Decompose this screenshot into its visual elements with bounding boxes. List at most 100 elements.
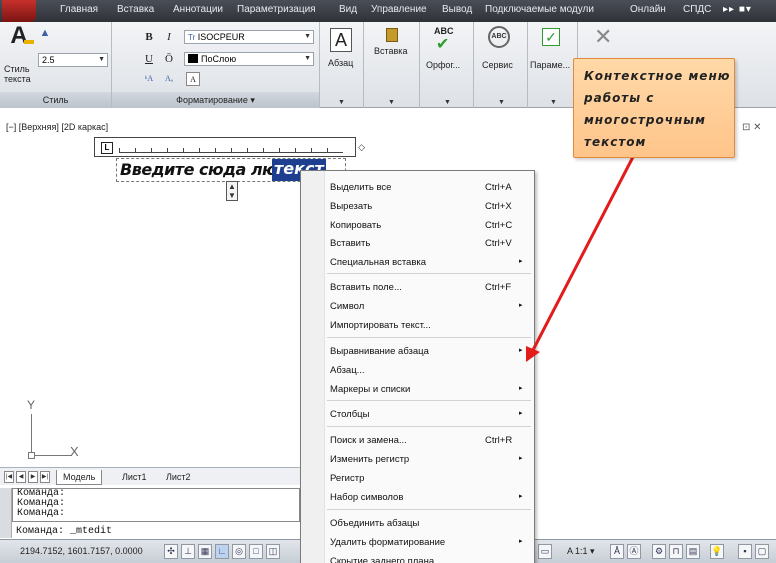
grid-display-icon[interactable]: ▦: [198, 544, 212, 559]
group-title-formatting[interactable]: Форматирование ▾: [112, 92, 319, 108]
tab-overflow-button[interactable]: ▸▸ ■▾: [723, 4, 752, 15]
menu-item-shortcut: Ctrl+C: [485, 220, 513, 231]
menu-item[interactable]: Скрытие заднего плана: [301, 553, 534, 563]
insert-label: Вставка: [374, 46, 408, 56]
menu-item[interactable]: Копировать Ctrl+C: [301, 217, 534, 235]
tab-insert[interactable]: Вставка: [117, 4, 154, 15]
menu-item-label: Символ: [330, 301, 365, 312]
font-combo[interactable]: Tr ISOCPEUR ▼: [184, 30, 314, 44]
tab-sheet2[interactable]: Лист2: [160, 470, 197, 485]
menu-item-label: Маркеры и списки: [330, 384, 411, 395]
overline-button[interactable]: Ō: [162, 52, 176, 66]
menu-item-shortcut: Ctrl+X: [485, 201, 512, 212]
text-editor-ruler[interactable]: L ◇: [94, 137, 365, 157]
menu-item-label: Импортировать текст...: [330, 320, 431, 331]
menu-item[interactable]: Удалить форматирование ▸: [301, 534, 534, 552]
menu-item[interactable]: Регистр: [301, 470, 534, 488]
tab-spds[interactable]: СПДС: [683, 4, 711, 15]
tab-parametric[interactable]: Параметризация: [237, 4, 316, 15]
chevron-down-icon[interactable]: ▼: [338, 99, 345, 106]
close-editor-icon[interactable]: ✕: [594, 24, 612, 50]
menu-item[interactable]: Поиск и замена... Ctrl+R: [301, 432, 534, 450]
tab-output[interactable]: Вывод: [442, 4, 472, 15]
next-layout-button[interactable]: ▶: [28, 471, 38, 483]
ribbon-group-insert[interactable]: Вставка ▼: [364, 22, 420, 108]
mtext-height-handle[interactable]: ▲ ▼: [226, 181, 238, 201]
command-input[interactable]: Команда: _mtedit: [12, 526, 300, 538]
menu-item[interactable]: Столбцы ▸: [301, 406, 534, 424]
color-combo[interactable]: ПоСлою ▼: [184, 52, 314, 66]
menu-item[interactable]: Вставить поле... Ctrl+F: [301, 279, 534, 297]
menu-item-label: Вырезать: [330, 201, 373, 212]
workspace-gear-icon[interactable]: ⚙: [652, 544, 666, 559]
snap-mode-icon[interactable]: ✣: [164, 544, 178, 559]
ribbon-group-paragraph[interactable]: A Абзац ▼: [320, 22, 364, 108]
menu-item[interactable]: Вырезать Ctrl+X: [301, 198, 534, 216]
lock-icon[interactable]: ⊓: [669, 544, 683, 559]
model-space-icon[interactable]: ▭: [538, 544, 552, 559]
hardware-accel-icon[interactable]: ▤: [686, 544, 700, 559]
last-layout-button[interactable]: ▶|: [40, 471, 50, 483]
chevron-down-icon[interactable]: ▼: [388, 99, 395, 106]
menu-separator: [327, 509, 531, 510]
menu-item[interactable]: Выделить все Ctrl+A: [301, 179, 534, 197]
menu-item[interactable]: Набор символов ▸: [301, 489, 534, 507]
isolate-objects-icon[interactable]: 💡: [710, 544, 724, 559]
menu-item-label: Скрытие заднего плана: [330, 556, 435, 563]
tab-manage[interactable]: Управление: [371, 4, 427, 15]
viewport-window-controls[interactable]: ⊡ ✕: [742, 122, 762, 133]
menu-item[interactable]: Изменить регистр ▸: [301, 451, 534, 469]
snap-tracking-icon[interactable]: ◫: [266, 544, 280, 559]
bold-button[interactable]: B: [142, 30, 156, 44]
ortho-mode-icon[interactable]: ∟: [215, 544, 229, 559]
menu-item[interactable]: Маркеры и списки ▸: [301, 381, 534, 399]
chevron-down-icon[interactable]: ▼: [444, 99, 451, 106]
tab-stop-button[interactable]: L: [101, 142, 113, 154]
cursor-coordinates[interactable]: 2194.7152, 1601.7157, 0.0000: [20, 546, 143, 556]
tab-sheet1[interactable]: Лист1: [116, 470, 153, 485]
first-layout-button[interactable]: |◀: [4, 471, 14, 483]
menu-item[interactable]: Объединить абзацы: [301, 515, 534, 533]
viewport-controls-label[interactable]: [−] [Верхняя] [2D каркас]: [6, 122, 108, 132]
menu-item[interactable]: Импортировать текст...: [301, 317, 534, 335]
grid-infer-icon[interactable]: ⊥: [181, 544, 195, 559]
menu-item[interactable]: Выравнивание абзаца ▸: [301, 343, 534, 361]
italic-button[interactable]: I: [162, 30, 176, 44]
tab-plugins[interactable]: Подключаемые модули: [485, 4, 594, 15]
prev-layout-button[interactable]: ◀: [16, 471, 26, 483]
tab-view[interactable]: Вид: [339, 4, 357, 15]
chevron-down-icon[interactable]: ▼: [550, 99, 557, 106]
tab-online[interactable]: Онлайн: [630, 4, 666, 15]
menu-item[interactable]: Абзац...: [301, 362, 534, 380]
auto-scale-icon[interactable]: Ⓐ: [627, 544, 641, 559]
ribbon-group-spellcheck[interactable]: ABC ✔ Орфог... ▼: [420, 22, 474, 108]
application-menu-button[interactable]: [2, 0, 36, 22]
submenu-arrow-icon: ▸: [519, 347, 523, 354]
clean-screen-icon[interactable]: ▪: [738, 544, 752, 559]
ruler-width-handle[interactable]: ◇: [358, 142, 365, 153]
customization-icon[interactable]: ▢: [755, 544, 769, 559]
menu-item[interactable]: Вставить Ctrl+V: [301, 235, 534, 253]
tab-model[interactable]: Модель: [56, 470, 103, 485]
underline-button[interactable]: U: [142, 52, 156, 66]
object-snap-icon[interactable]: □: [249, 544, 263, 559]
background-mask-icon[interactable]: A: [186, 72, 200, 86]
chevron-down-icon[interactable]: ▼: [498, 99, 505, 106]
tab-annotate[interactable]: Аннотации: [173, 4, 223, 15]
polar-tracking-icon[interactable]: ◎: [232, 544, 246, 559]
case-icon[interactable]: Aₐ: [162, 72, 176, 86]
menu-item-label: Удалить форматирование: [330, 537, 446, 548]
menu-item-label: Копировать: [330, 220, 382, 231]
annotation-scale[interactable]: A 1:1 ▾: [567, 546, 595, 557]
stack-icon[interactable]: ᵏA: [142, 72, 156, 86]
ucs-y-label: Y: [27, 398, 36, 412]
annotation-visibility-icon[interactable]: Å: [610, 544, 624, 559]
tab-home[interactable]: Главная: [60, 4, 98, 15]
command-line-scrollbar[interactable]: [0, 488, 12, 538]
menu-item[interactable]: Специальная вставка ▸: [301, 254, 534, 272]
ribbon-group-service[interactable]: ABC Сервис ▼: [474, 22, 528, 108]
text-height-combo[interactable]: 2.5 ▼: [38, 53, 108, 67]
annotative-icon[interactable]: ▲: [38, 26, 52, 40]
menu-item[interactable]: Символ ▸: [301, 298, 534, 316]
ribbon-group-params[interactable]: ✓ Параме... ▼: [528, 22, 578, 108]
